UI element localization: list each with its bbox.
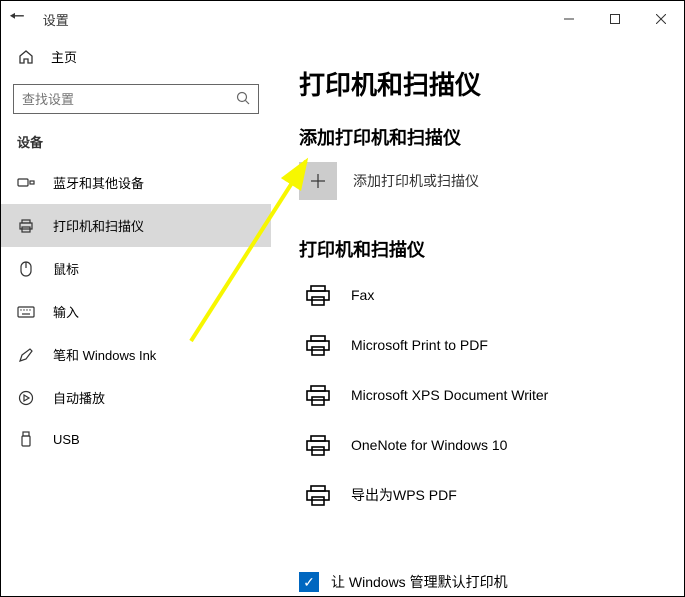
sidebar-item-usb[interactable]: USB: [1, 419, 271, 459]
printer-item[interactable]: OneNote for Windows 10: [299, 424, 672, 466]
sidebar-item-label: 笔和 Windows Ink: [53, 345, 156, 364]
add-printer-label: 添加打印机或扫描仪: [353, 171, 479, 191]
manage-default-label: 让 Windows 管理默认打印机: [331, 572, 508, 592]
search-input[interactable]: [22, 92, 216, 107]
add-printer-row[interactable]: 添加打印机或扫描仪: [299, 162, 672, 200]
sidebar-item-autoplay[interactable]: 自动播放: [1, 376, 271, 419]
add-section-title: 添加打印机和扫描仪: [299, 124, 672, 150]
printer-name: 导出为WPS PDF: [351, 485, 457, 505]
printer-name: Microsoft Print to PDF: [351, 337, 488, 353]
sidebar: 主页 设备 蓝牙和其他设备 打印机和扫描仪 鼠标: [1, 37, 271, 596]
printer-name: Microsoft XPS Document Writer: [351, 387, 548, 403]
manage-default-row[interactable]: ✓ 让 Windows 管理默认打印机: [299, 572, 672, 592]
window-controls: [546, 3, 684, 35]
printer-icon: [303, 382, 333, 408]
sidebar-item-label: 鼠标: [53, 259, 79, 278]
search-box[interactable]: [13, 84, 259, 114]
sidebar-item-label: USB: [53, 432, 80, 447]
printer-name: OneNote for Windows 10: [351, 437, 507, 453]
sidebar-home-label: 主页: [51, 47, 77, 66]
keyboard-icon: [17, 306, 35, 318]
printer-item[interactable]: Microsoft Print to PDF: [299, 324, 672, 366]
close-button[interactable]: [638, 3, 684, 35]
printer-icon: [17, 218, 35, 234]
printer-item[interactable]: Microsoft XPS Document Writer: [299, 374, 672, 416]
list-section-title: 打印机和扫描仪: [299, 236, 672, 262]
sidebar-item-mouse[interactable]: 鼠标: [1, 247, 271, 290]
printer-icon: [303, 282, 333, 308]
mouse-icon: [17, 261, 35, 277]
pen-icon: [17, 347, 35, 363]
sidebar-item-bluetooth[interactable]: 蓝牙和其他设备: [1, 161, 271, 204]
autoplay-icon: [17, 390, 35, 406]
sidebar-home[interactable]: 主页: [1, 39, 271, 74]
printer-item[interactable]: Fax: [299, 274, 672, 316]
sidebar-item-label: 输入: [53, 302, 79, 321]
main-content: 打印机和扫描仪 添加打印机和扫描仪 添加打印机或扫描仪 打印机和扫描仪 Fax …: [271, 37, 684, 596]
titlebar: 🠔 设置: [1, 1, 684, 37]
sidebar-item-label: 蓝牙和其他设备: [53, 173, 144, 192]
manage-default-checkbox[interactable]: ✓: [299, 572, 319, 592]
printer-icon: [303, 432, 333, 458]
bluetooth-icon: [17, 176, 35, 190]
sidebar-item-pen[interactable]: 笔和 Windows Ink: [1, 333, 271, 376]
titlebar-left: 🠔 设置: [9, 4, 69, 34]
printer-icon: [303, 332, 333, 358]
back-arrow-icon[interactable]: 🠔: [9, 4, 25, 34]
sidebar-item-label: 打印机和扫描仪: [53, 216, 144, 235]
sidebar-category: 设备: [1, 132, 271, 161]
sidebar-item-printers[interactable]: 打印机和扫描仪: [1, 204, 271, 247]
home-icon: [17, 49, 35, 65]
printer-icon: [303, 482, 333, 508]
maximize-button[interactable]: [592, 3, 638, 35]
add-printer-button[interactable]: [299, 162, 337, 200]
sidebar-item-label: 自动播放: [53, 388, 105, 407]
printer-name: Fax: [351, 287, 374, 303]
sidebar-item-typing[interactable]: 输入: [1, 290, 271, 333]
search-icon: [236, 91, 250, 108]
page-title: 打印机和扫描仪: [299, 65, 672, 102]
printer-item[interactable]: 导出为WPS PDF: [299, 474, 672, 516]
minimize-button[interactable]: [546, 3, 592, 35]
window-title: 设置: [43, 10, 69, 29]
usb-icon: [17, 431, 35, 447]
